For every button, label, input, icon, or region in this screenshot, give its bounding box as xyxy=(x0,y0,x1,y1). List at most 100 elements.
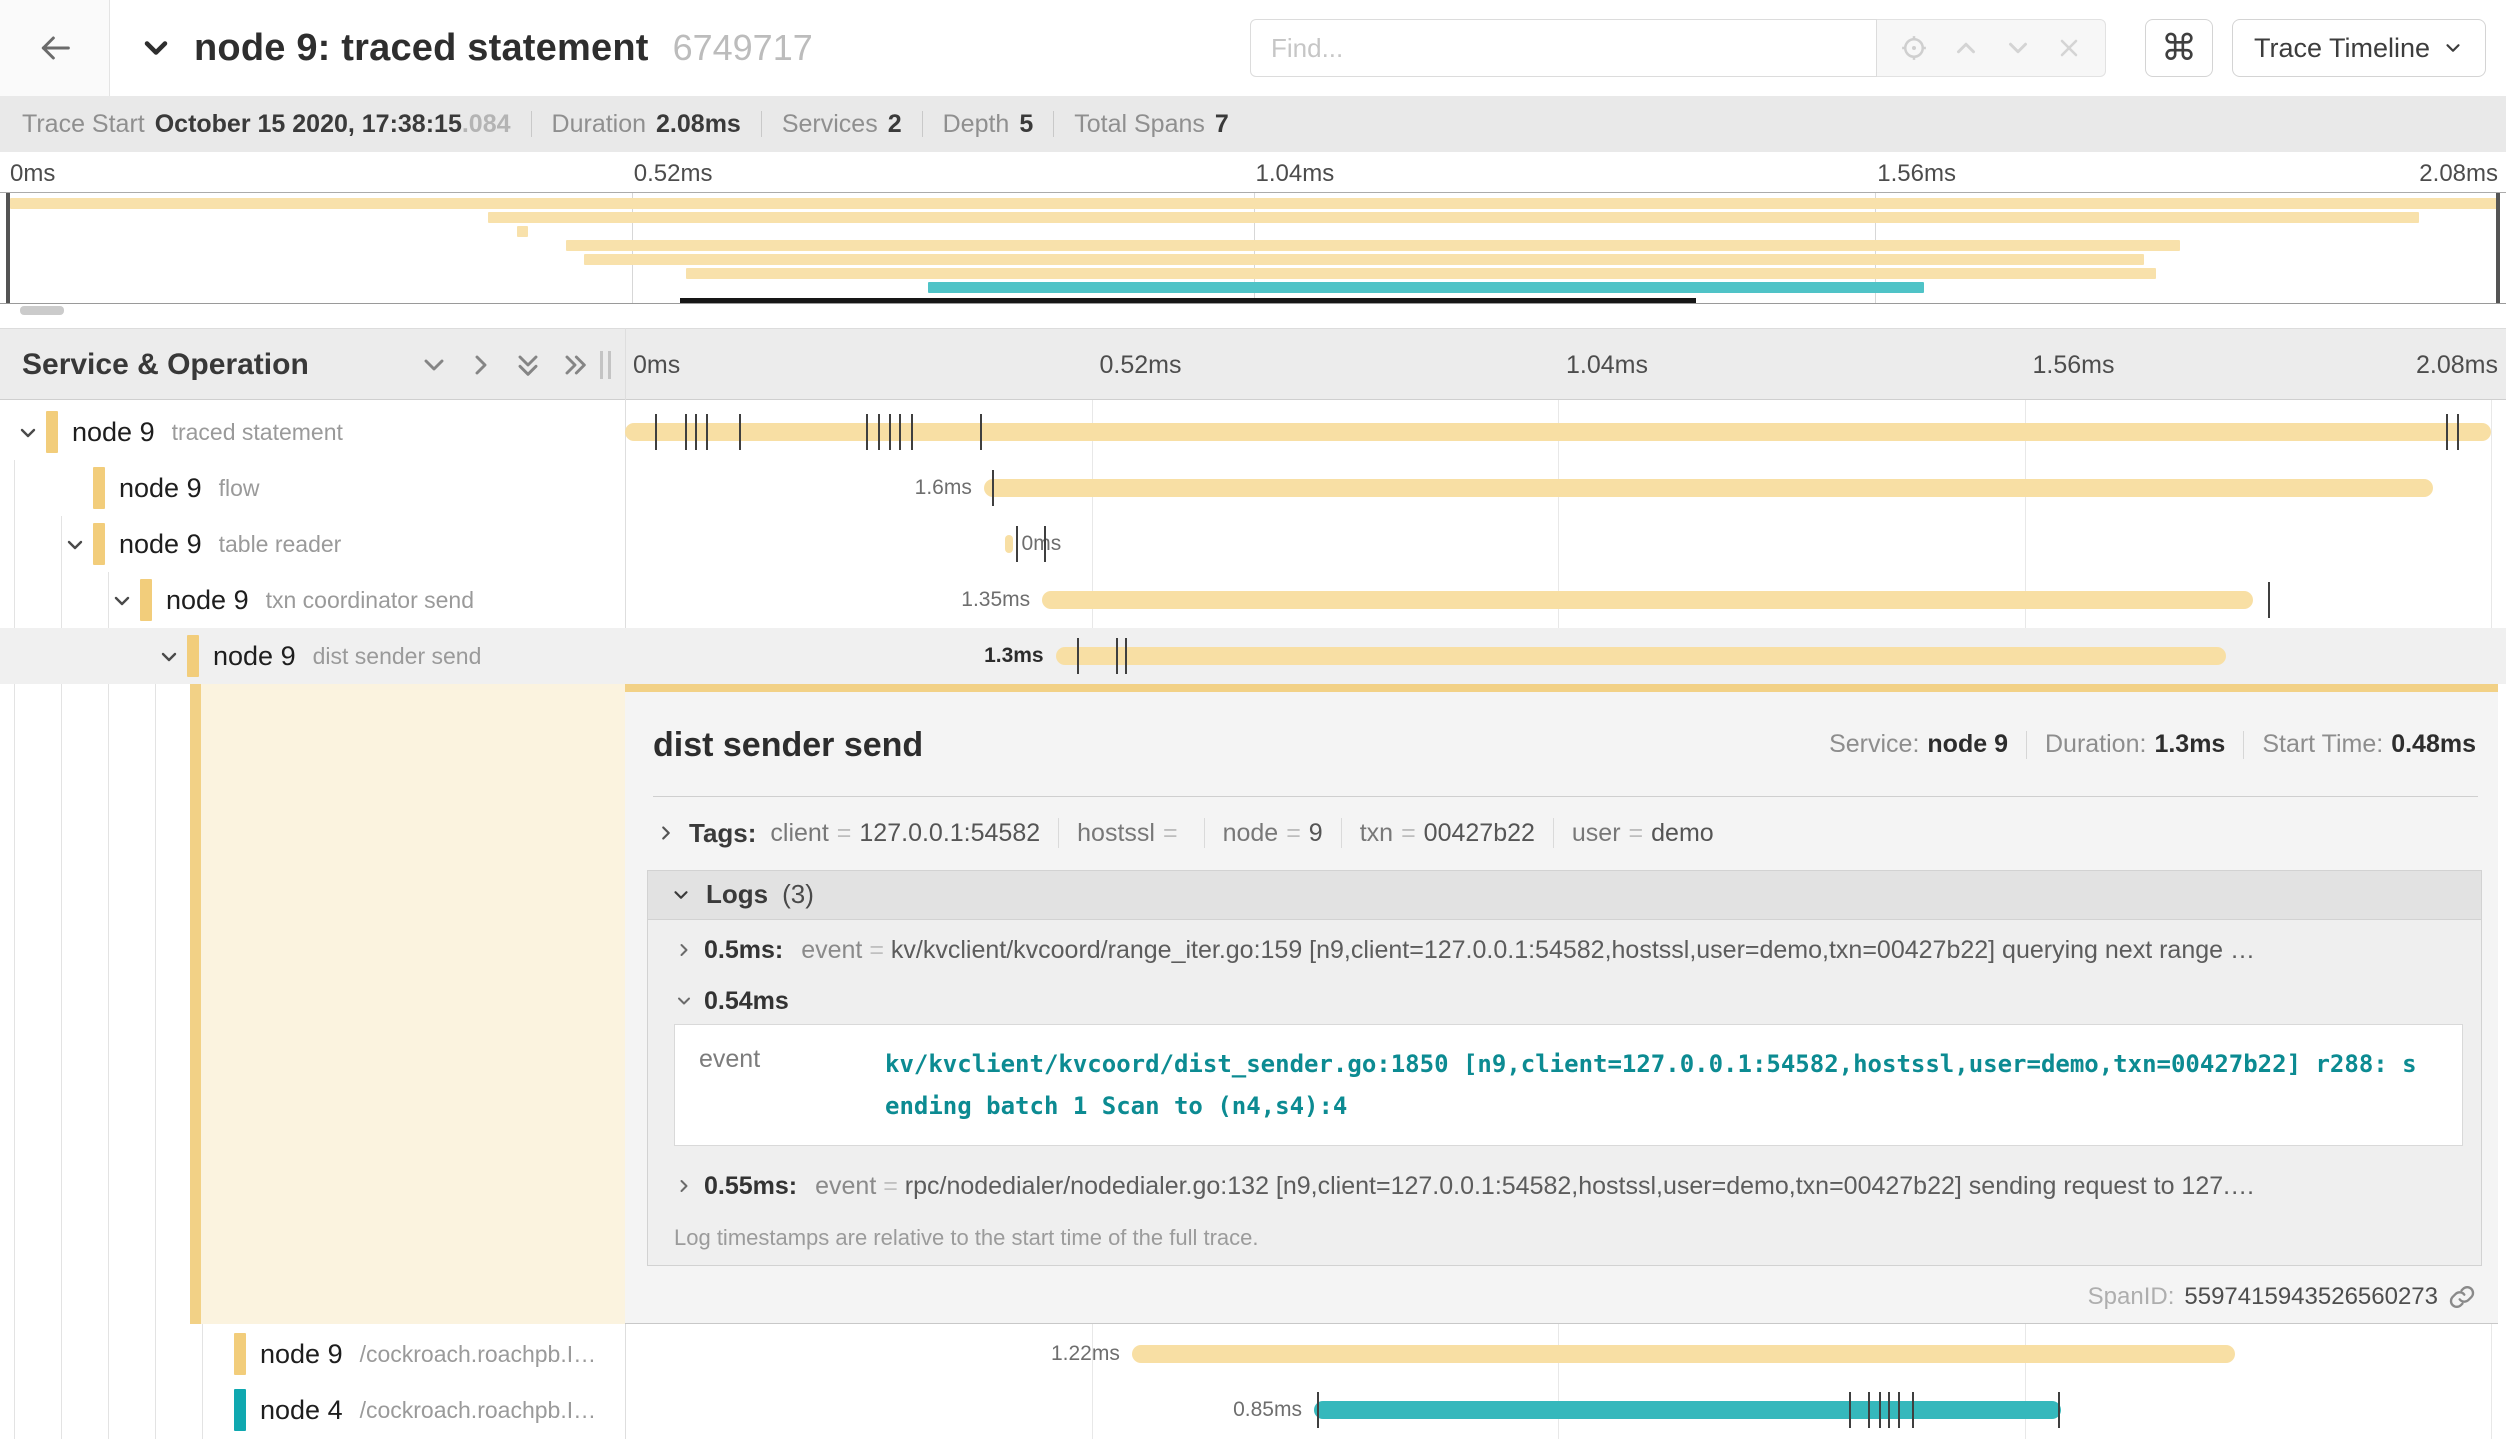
minimap-right-scrubber[interactable] xyxy=(2496,193,2500,303)
minimap-left-scrubber[interactable] xyxy=(6,193,10,303)
span-duration-bar[interactable] xyxy=(625,423,2491,441)
service-name: node 9 xyxy=(213,641,296,672)
span-name-group[interactable]: node 9flow xyxy=(119,460,260,516)
timeline-tick-label: 0.52ms xyxy=(1100,329,1182,401)
log-marker-tick xyxy=(706,414,708,450)
log-chevron-icon xyxy=(674,1176,694,1196)
tags-chevron-icon xyxy=(655,822,677,844)
service-name: node 9 xyxy=(166,585,249,616)
clear-search-icon[interactable] xyxy=(2055,34,2083,62)
span-duration-label: 1.22ms xyxy=(1051,1326,1120,1382)
logs-header[interactable]: Logs(3) xyxy=(648,871,2481,920)
span-row[interactable]: node 4/cockroach.roachpb.I…0.85ms xyxy=(0,1382,2506,1438)
detail-meta-item: Start Time:0.48ms xyxy=(2262,730,2476,759)
log-marker-tick xyxy=(1016,526,1018,562)
find-input[interactable] xyxy=(1250,19,1877,77)
span-name-group[interactable]: node 9dist sender send xyxy=(213,628,481,684)
service-color-chip xyxy=(46,411,58,453)
back-button[interactable] xyxy=(0,0,110,96)
tag-value: demo xyxy=(1651,819,1714,847)
span-name-group[interactable]: node 9table reader xyxy=(119,516,341,572)
span-name-group[interactable]: node 9/cockroach.roachpb.I… xyxy=(260,1326,596,1382)
log-field: event = kv/kvclient/kvcoord/range_iter.g… xyxy=(801,936,2255,965)
column-resizer[interactable] xyxy=(600,351,620,381)
expand-chevron-icon[interactable] xyxy=(157,645,181,669)
service-color-chip xyxy=(93,523,105,565)
span-row[interactable]: node 9dist sender send 1.3ms xyxy=(0,628,2506,684)
log-marker-tick xyxy=(992,470,994,506)
expand-chevron-icon[interactable] xyxy=(63,533,87,557)
detail-meta-label: Duration: xyxy=(2045,730,2146,758)
span-row[interactable]: node 9txn coordinator send1.35ms xyxy=(0,572,2506,628)
span-duration-bar[interactable] xyxy=(1056,647,2227,665)
expand-all-icon[interactable] xyxy=(559,349,591,381)
log-marker-tick xyxy=(889,414,891,450)
minimap-span-bar xyxy=(488,212,2419,223)
divider xyxy=(653,796,2478,797)
log-marker-tick xyxy=(980,414,982,450)
span-row[interactable]: node 9table reader 0ms xyxy=(0,516,2506,572)
focus-match-icon[interactable] xyxy=(1899,33,1929,63)
summary-label: Total Spans xyxy=(1074,110,1205,138)
summary-value: 5 xyxy=(1019,110,1033,138)
span-name-group[interactable]: node 9txn coordinator send xyxy=(166,572,474,628)
span-detail-title: dist sender send xyxy=(653,726,923,765)
span-duration-label: 0ms xyxy=(1022,516,1062,572)
collapse-one-icon[interactable] xyxy=(418,349,450,381)
span-duration-bar[interactable] xyxy=(1005,535,1013,553)
minimap-handle[interactable] xyxy=(20,306,64,315)
tag-separator xyxy=(1553,818,1554,848)
service-name: node 9 xyxy=(72,417,155,448)
next-match-icon[interactable] xyxy=(2003,33,2033,63)
minimap-time-label: 2.08ms xyxy=(2419,160,2498,188)
log-entry-expanded-header[interactable]: 0.54ms xyxy=(648,981,2481,1022)
collapse-all-icon[interactable] xyxy=(512,349,544,381)
log-marker-tick xyxy=(1888,1392,1890,1428)
expand-one-icon[interactable] xyxy=(465,349,497,381)
summary-label: Duration xyxy=(552,110,647,138)
span-row[interactable]: node 9flow 1.6ms xyxy=(0,460,2506,516)
trace-view-selector[interactable]: Trace Timeline xyxy=(2232,19,2486,77)
span-duration-bar[interactable] xyxy=(1132,1345,2235,1363)
span-duration-label: 1.3ms xyxy=(984,628,1044,684)
timeline-header: Service & Operation 0ms0.52ms1.04ms1.56m… xyxy=(0,328,2506,400)
timeline-tick-label: 2.08ms xyxy=(2416,329,2498,401)
timeline-minimap[interactable] xyxy=(0,192,2506,304)
log-chevron-icon xyxy=(674,940,694,960)
tag-key: client xyxy=(770,819,828,847)
timeline-tick-label: 1.04ms xyxy=(1566,329,1648,401)
span-row[interactable]: node 9/cockroach.roachpb.I… 1.22ms xyxy=(0,1326,2506,1382)
copy-link-icon[interactable] xyxy=(2448,1283,2476,1311)
span-duration-bar[interactable] xyxy=(1042,591,2253,609)
tag-value: 127.0.0.1:54582 xyxy=(859,819,1040,847)
log-marker-tick xyxy=(1125,638,1127,674)
logs-count: (3) xyxy=(782,879,814,910)
collapse-trace-chevron-icon[interactable] xyxy=(138,30,174,66)
tag-equals: = xyxy=(1163,819,1178,847)
keyboard-shortcuts-button[interactable]: ⌘ xyxy=(2145,19,2213,77)
expand-chevron-icon[interactable] xyxy=(16,421,40,445)
log-marker-tick xyxy=(739,414,741,450)
log-entry[interactable]: 0.55ms:event = rpc/nodedialer/nodedialer… xyxy=(648,1156,2481,1217)
tags-row[interactable]: Tags:client=127.0.0.1:54582hostssl=node=… xyxy=(655,810,1714,856)
top-bar: node 9: traced statement 6749717 xyxy=(0,0,2506,96)
log-marker-tick xyxy=(911,414,913,450)
span-name-group[interactable]: node 4/cockroach.roachpb.I… xyxy=(260,1382,596,1438)
detail-meta-item: Duration:1.3ms xyxy=(2045,730,2225,759)
span-duration-label: 1.6ms xyxy=(915,460,972,516)
prev-match-icon[interactable] xyxy=(1951,33,1981,63)
span-name-group[interactable]: node 9traced statement xyxy=(72,404,343,460)
span-duration-bar[interactable] xyxy=(1314,1401,2061,1419)
summary-item: Duration2.08ms xyxy=(552,110,741,139)
span-duration-bar[interactable] xyxy=(984,479,2433,497)
trace-summary-bar: Trace StartOctober 15 2020, 17:38:15.084… xyxy=(0,96,2506,152)
log-timestamp: 0.5ms: xyxy=(704,936,783,965)
minimap-selection-marker xyxy=(680,298,1696,303)
log-marker-tick xyxy=(1868,1392,1870,1428)
span-id-row: SpanID: 5597415943526560273 xyxy=(2088,1283,2476,1311)
service-color-chip xyxy=(234,1333,246,1375)
log-entry[interactable]: 0.5ms: event = kv/kvclient/kvcoord/range_… xyxy=(648,920,2481,981)
span-row[interactable]: node 9traced statement xyxy=(0,404,2506,460)
summary-separator xyxy=(1053,111,1054,137)
expand-chevron-icon[interactable] xyxy=(110,589,134,613)
